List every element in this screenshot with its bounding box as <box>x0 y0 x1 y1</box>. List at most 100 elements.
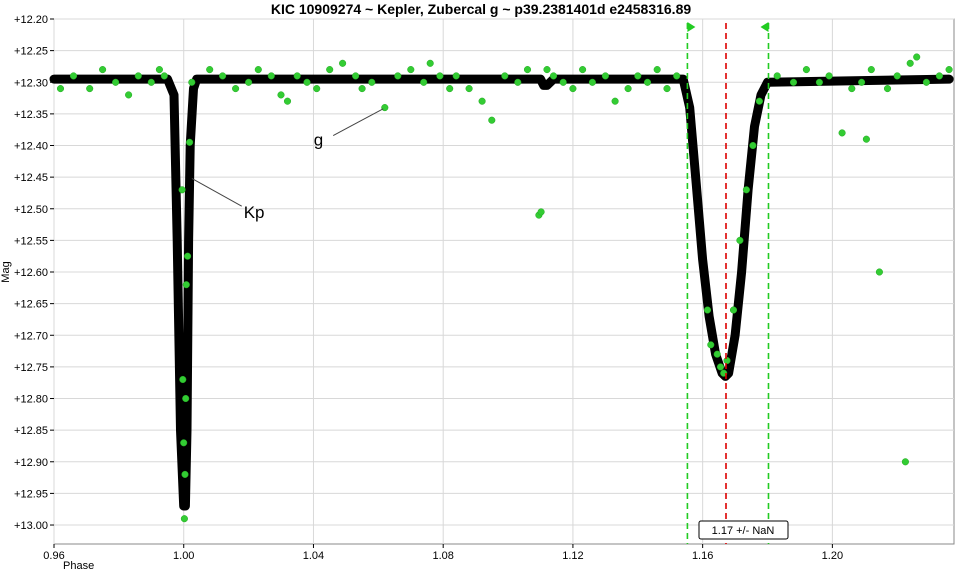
g-data-point <box>478 97 486 105</box>
g-data-point <box>86 85 94 93</box>
g-data-point <box>755 97 763 105</box>
g-data-point <box>465 85 473 93</box>
g-data-point <box>913 53 921 61</box>
g-data-point <box>862 135 870 143</box>
g-data-point <box>742 186 750 194</box>
g-data-point <box>283 97 292 105</box>
g-data-point <box>368 78 376 86</box>
g-data-point <box>125 91 133 99</box>
g-data-point <box>749 141 757 150</box>
g-data-point <box>579 66 587 74</box>
y-tick-label: +12.75 <box>14 362 48 374</box>
y-tick-label: +12.45 <box>14 172 48 184</box>
g-data-point <box>922 78 930 86</box>
y-tick-label: +13.00 <box>14 520 48 532</box>
g-data-point <box>713 350 721 358</box>
y-tick-label: +12.40 <box>14 141 48 153</box>
x-tick-label: 1.12 <box>562 550 583 562</box>
g-data-point <box>588 78 596 86</box>
y-tick-label: +12.90 <box>14 457 48 469</box>
g-data-point <box>729 306 738 314</box>
g-data-point <box>181 470 189 478</box>
g-data-point <box>624 85 632 93</box>
g-data-point <box>653 66 661 74</box>
annotation-Kp: Kp <box>244 203 265 222</box>
g-data-point <box>901 458 909 466</box>
g-data-point <box>352 72 360 80</box>
g-data-point <box>935 72 943 80</box>
g-data-point <box>634 72 642 80</box>
x-tick-label: 1.04 <box>303 550 324 562</box>
y-axis-label: Mag <box>0 261 12 282</box>
g-data-point <box>186 138 194 146</box>
g-data-point <box>514 78 522 86</box>
g-data-point <box>838 129 846 137</box>
x-tick-label: 1.00 <box>173 550 194 562</box>
g-data-point <box>848 85 856 93</box>
y-tick-label: +12.35 <box>14 109 48 121</box>
g-data-point <box>707 341 715 349</box>
g-data-point <box>523 66 532 74</box>
g-data-point <box>267 72 275 80</box>
x-tick-label: 1.16 <box>692 550 713 562</box>
g-data-point <box>178 186 186 194</box>
phase-readout-text: 1.17 +/- NaN <box>712 525 775 537</box>
g-data-point <box>56 85 65 93</box>
y-tick-label: +12.30 <box>14 77 48 89</box>
g-data-point <box>155 66 163 74</box>
g-data-point <box>663 85 671 93</box>
g-data-point <box>601 72 609 80</box>
g-data-point <box>112 78 120 86</box>
g-data-point <box>537 208 545 216</box>
phase-readout-box: 1.17 +/- NaN <box>698 520 789 540</box>
g-data-point <box>673 72 681 80</box>
g-data-point <box>381 104 389 112</box>
g-data-point <box>501 72 509 80</box>
g-data-point <box>232 85 240 93</box>
y-tick-label: +12.85 <box>14 425 48 437</box>
y-tick-label: +12.80 <box>14 394 48 406</box>
g-data-point <box>867 66 875 74</box>
chart: KIC 10909274 ~ Kepler, Zubercal g ~ p39.… <box>0 1 955 572</box>
g-data-point <box>69 72 78 80</box>
y-tick-label: +12.55 <box>14 235 48 247</box>
g-data-point <box>436 72 444 80</box>
g-data-point <box>339 59 347 67</box>
g-data-point <box>179 375 187 384</box>
g-data-point <box>245 78 253 86</box>
chart-title: KIC 10909274 ~ Kepler, Zubercal g ~ p39.… <box>271 1 691 17</box>
g-data-point <box>358 85 366 93</box>
g-data-point <box>611 97 619 105</box>
g-data-point <box>254 66 262 74</box>
g-data-point <box>293 72 301 80</box>
g-data-point <box>452 72 460 80</box>
annotation-g: g <box>314 131 323 150</box>
g-data-point <box>277 91 285 99</box>
g-data-point <box>883 85 892 93</box>
y-tick-label: +12.20 <box>14 14 48 26</box>
g-data-point <box>303 78 311 86</box>
g-data-point <box>147 78 155 86</box>
g-data-point <box>188 78 196 86</box>
g-data-point <box>394 72 402 80</box>
g-data-point <box>802 66 810 74</box>
g-data-point <box>420 78 428 86</box>
y-axis-ticks: +12.20 +12.25 +12.30 +12.35 +12.40 +12.45 +12.… <box>14 14 54 532</box>
g-data-point <box>549 72 558 80</box>
g-data-point <box>182 394 190 403</box>
x-tick-label: 0.96 <box>43 550 64 562</box>
g-data-point <box>184 252 192 260</box>
g-data-point <box>875 268 883 276</box>
g-data-point <box>219 72 227 80</box>
g-data-point <box>716 363 725 371</box>
g-data-point <box>206 66 214 74</box>
y-tick-label: +12.50 <box>14 204 48 216</box>
g-data-point <box>643 78 652 86</box>
x-axis-label: Phase <box>63 560 94 572</box>
g-data-point <box>773 72 781 80</box>
x-axis-ticks: 0.96 1.00 1.04 1.08 1.12 1.16 1.20 <box>43 544 843 562</box>
g-data-point <box>906 59 914 67</box>
g-data-point <box>703 306 712 314</box>
g-data-point <box>180 515 188 523</box>
g-data-point <box>723 357 731 365</box>
